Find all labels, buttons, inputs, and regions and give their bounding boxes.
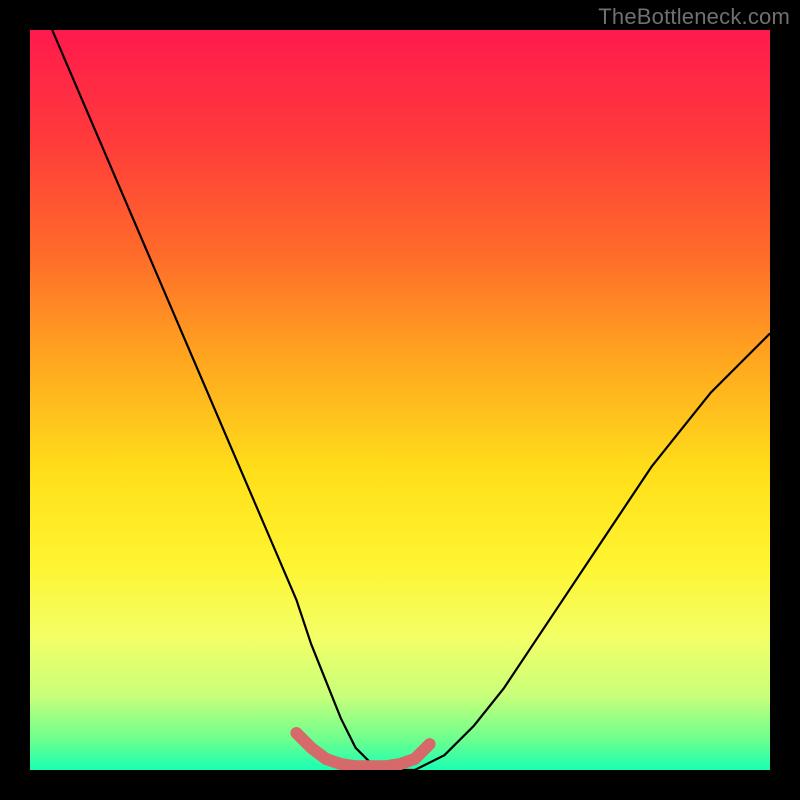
plot-area — [30, 30, 770, 770]
chart-svg — [30, 30, 770, 770]
chart-frame: TheBottleneck.com — [0, 0, 800, 800]
gradient-background — [30, 30, 770, 770]
watermark-text: TheBottleneck.com — [598, 4, 790, 30]
